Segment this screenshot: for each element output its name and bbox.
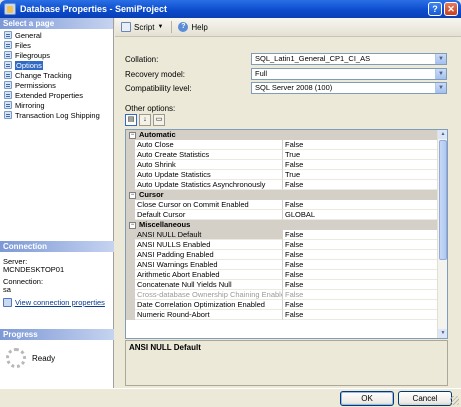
dialog-footer: OK Cancel xyxy=(0,388,461,407)
connection-value: sa xyxy=(3,285,11,294)
scroll-down-icon[interactable]: ▼ xyxy=(438,329,447,338)
property-row[interactable]: Auto Shrink False xyxy=(126,160,438,170)
page-item-permissions[interactable]: Permissions xyxy=(0,80,113,90)
help-icon: ? xyxy=(178,22,189,32)
property-row[interactable]: Arithmetic Abort Enabled False xyxy=(126,270,438,280)
page-item-transaction-log-shipping[interactable]: Transaction Log Shipping xyxy=(0,110,113,120)
page-item-filegroups[interactable]: Filegroups xyxy=(0,50,113,60)
page-item-general[interactable]: General xyxy=(0,30,113,40)
property-row[interactable]: Close Cursor on Commit Enabled False xyxy=(126,200,438,210)
property-row[interactable]: ANSI Warnings Enabled False xyxy=(126,260,438,270)
toolbar: Script ▼ ? Help xyxy=(115,18,461,37)
script-icon xyxy=(121,22,131,32)
compatibility-level-label: Compatibility level: xyxy=(125,83,192,93)
property-row[interactable]: ANSI NULLS Enabled False xyxy=(126,240,438,250)
properties-icon xyxy=(3,298,12,307)
property-row[interactable]: Auto Update Statistics Asynchronously Fal… xyxy=(126,180,438,190)
property-description: ANSI NULL Default xyxy=(125,340,448,386)
select-page-header: Select a page xyxy=(0,18,113,29)
title-bar: Database Properties - SemiProject ? ✕ xyxy=(0,0,461,18)
help-button[interactable]: ? Help xyxy=(178,22,208,32)
resize-grip[interactable] xyxy=(450,396,459,405)
connection-section: Connection Server: MCNDESKTOP01 Connecti… xyxy=(0,241,114,311)
left-pane: Select a page General Files Filegroups O… xyxy=(0,18,114,388)
property-row[interactable]: Concatenate Null Yields Null False xyxy=(126,280,438,290)
property-row[interactable]: Auto Close False xyxy=(126,140,438,150)
alphabetical-sort-icon[interactable]: ↓ xyxy=(139,114,151,126)
dropdown-arrow-icon[interactable]: ▼ xyxy=(157,24,163,30)
cancel-button[interactable]: Cancel xyxy=(398,391,452,406)
toolbar-separator xyxy=(171,21,173,33)
scroll-up-icon[interactable]: ▲ xyxy=(438,130,447,139)
category-automatic[interactable]: − Automatic xyxy=(129,130,438,140)
page-icon xyxy=(4,111,12,119)
chevron-down-icon[interactable]: ▼ xyxy=(435,54,446,64)
help-window-button[interactable]: ? xyxy=(428,2,442,16)
close-window-button[interactable]: ✕ xyxy=(444,2,458,16)
property-row[interactable]: Auto Update Statistics True xyxy=(126,170,438,180)
progress-spinner-icon xyxy=(6,348,26,368)
chevron-down-icon[interactable]: ▼ xyxy=(435,83,446,93)
page-item-change-tracking[interactable]: Change Tracking xyxy=(0,70,113,80)
category-miscellaneous[interactable]: − Miscellaneous xyxy=(129,220,438,230)
connection-label: Connection: xyxy=(3,277,44,286)
scroll-thumb[interactable] xyxy=(439,140,447,260)
ok-button[interactable]: OK xyxy=(340,391,394,406)
page-icon xyxy=(4,101,12,109)
property-row[interactable]: Default Cursor GLOBAL xyxy=(126,210,438,220)
property-row[interactable]: Auto Create Statistics True xyxy=(126,150,438,160)
page-icon xyxy=(4,81,12,89)
page-icon xyxy=(4,71,12,79)
progress-status: Ready xyxy=(32,353,56,363)
page-item-extended-properties[interactable]: Extended Properties xyxy=(0,90,113,100)
compatibility-level-combo[interactable]: SQL Server 2008 (100) ▼ xyxy=(251,82,447,94)
collapse-icon[interactable]: − xyxy=(129,191,136,199)
collation-combo[interactable]: SQL_Latin1_General_CP1_CI_AS ▼ xyxy=(251,53,447,65)
page-item-options[interactable]: Options xyxy=(0,60,113,70)
page-icon xyxy=(4,91,12,99)
page-item-files[interactable]: Files xyxy=(0,40,113,50)
recovery-model-label: Recovery model: xyxy=(125,69,186,79)
page-item-mirroring[interactable]: Mirroring xyxy=(0,100,113,110)
progress-section: Progress Ready xyxy=(0,329,114,376)
options-page: Collation: SQL_Latin1_General_CP1_CI_AS ▼… xyxy=(115,38,461,388)
server-value: MCNDESKTOP01 xyxy=(3,265,65,274)
collation-label: Collation: xyxy=(125,54,159,64)
property-row-disabled: Cross-database Ownership Chaining Enable… xyxy=(126,290,438,300)
property-row-selected[interactable]: ANSI NULL Default False xyxy=(126,230,438,240)
other-options-label: Other options: xyxy=(125,104,176,113)
property-row[interactable]: Date Correlation Optimization Enabled Fal… xyxy=(126,300,438,310)
category-cursor[interactable]: − Cursor xyxy=(129,190,438,200)
property-pages-icon[interactable]: ▭ xyxy=(153,114,165,126)
vertical-scrollbar[interactable]: ▲ ▼ xyxy=(437,130,447,338)
page-list: General Files Filegroups Options Change … xyxy=(0,29,113,120)
view-connection-properties-link[interactable]: View connection properties xyxy=(3,298,111,307)
window-title: Database Properties - SemiProject xyxy=(20,4,168,14)
property-row[interactable]: ANSI Padding Enabled False xyxy=(126,250,438,260)
page-icon xyxy=(4,41,12,49)
progress-header: Progress xyxy=(0,329,114,340)
chevron-down-icon[interactable]: ▼ xyxy=(435,69,446,79)
page-icon xyxy=(4,51,12,59)
collapse-icon[interactable]: − xyxy=(129,221,136,229)
categorized-icon[interactable]: ▤ xyxy=(125,114,137,126)
property-row[interactable]: Numeric Round-Abort False xyxy=(126,310,438,320)
page-icon xyxy=(4,61,12,69)
collapse-icon[interactable]: − xyxy=(129,131,136,139)
recovery-model-combo[interactable]: Full ▼ xyxy=(251,68,447,80)
page-icon xyxy=(4,31,12,39)
property-grid[interactable]: − Automatic Auto Close False Auto Create S… xyxy=(125,129,448,339)
script-button[interactable]: Script ▼ xyxy=(121,22,163,32)
grid-toolbar: ▤ ↓ ▭ xyxy=(125,114,167,126)
database-icon xyxy=(4,3,16,15)
connection-header: Connection xyxy=(0,241,114,252)
